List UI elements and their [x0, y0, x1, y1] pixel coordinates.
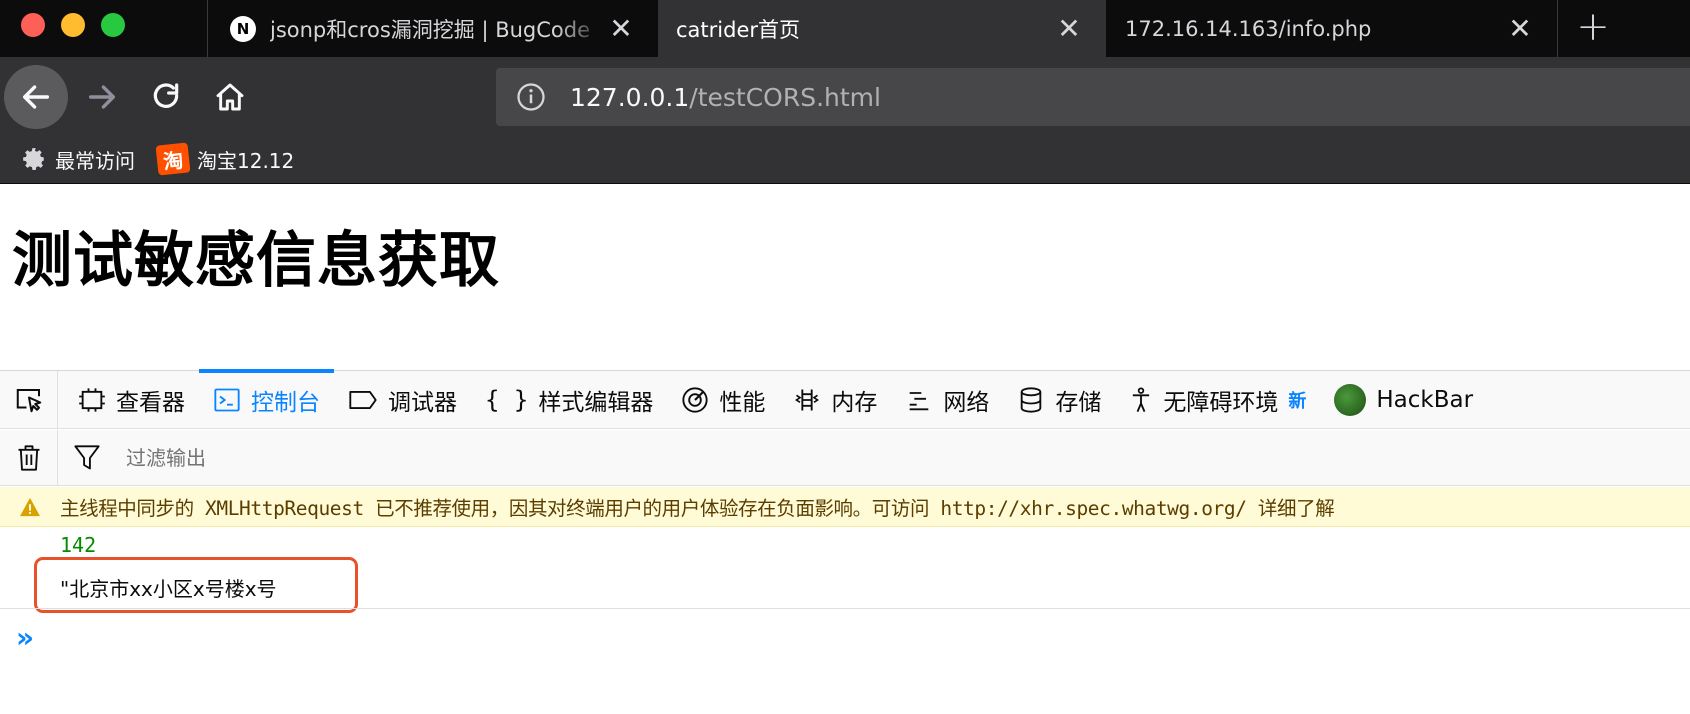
tab-performance[interactable]: 性能 [667, 371, 779, 429]
element-picker-button[interactable] [0, 370, 58, 429]
tab-label: catrider首页 [676, 17, 801, 42]
performance-icon [681, 386, 709, 414]
console-icon [213, 386, 241, 414]
arrow-left-icon [22, 85, 50, 109]
tab-inspector[interactable]: 查看器 [64, 371, 199, 429]
close-icon[interactable]: ✕ [1505, 14, 1535, 44]
bookmark-label: 最常访问 [55, 148, 135, 173]
tab-catrider[interactable]: catrider首页 ✕ [658, 0, 1106, 57]
url-path: /testCORS.html [689, 82, 881, 112]
tab-accessibility[interactable]: 无障碍环境 新 [1115, 371, 1320, 429]
network-icon [905, 386, 933, 414]
bookmarks-toolbar: 最常访问 淘 淘宝12.12 [0, 135, 1690, 184]
close-icon[interactable]: ✕ [606, 14, 636, 44]
tab-strip: N jsonp和cros漏洞挖掘 | BugCode ✕ catrider首页 … [0, 0, 1690, 57]
close-window-button[interactable] [21, 13, 45, 37]
tab-info-php[interactable]: 172.16.14.163/info.php ✕ [1107, 0, 1557, 57]
gear-icon [21, 146, 47, 172]
style-editor-icon: { } [485, 385, 529, 414]
console-prompt-icon[interactable]: » [16, 621, 34, 654]
filter-icon [74, 444, 100, 469]
tab-debugger[interactable]: 调试器 [334, 371, 471, 429]
bookmark-taobao[interactable]: 淘 淘宝12.12 [155, 135, 295, 184]
new-tab-button[interactable]: + [1567, 3, 1619, 51]
bookmark-label: 淘宝12.12 [197, 148, 295, 173]
url-bar[interactable]: 127.0.0.1/testCORS.html [496, 68, 1690, 126]
url-domain: 127.0.0.1 [570, 82, 690, 112]
info-icon [517, 83, 545, 111]
minimize-window-button[interactable] [61, 13, 85, 37]
debugger-icon [348, 386, 378, 414]
reload-icon [153, 83, 179, 108]
warning-icon [0, 497, 60, 517]
console-number-output: 142 [60, 533, 97, 557]
forward-button[interactable] [70, 65, 134, 129]
back-button[interactable] [4, 65, 68, 129]
tab-label: jsonp和cros漏洞挖掘 | BugCode [270, 17, 591, 42]
hackbar-icon [1334, 383, 1367, 416]
notion-favicon-icon: N [230, 15, 256, 42]
tab-storage[interactable]: 存储 [1003, 371, 1115, 429]
reload-button[interactable] [134, 65, 198, 129]
devtools-tab-bar: 查看器 控制台 调试器 { } 样式编辑器 性能 内存 网络 存储 无障碍环境 … [0, 368, 1690, 429]
console-warning-message: 主线程中同步的 XMLHttpRequest 已不推荐使用，因其对终端用户的用户… [0, 487, 1690, 527]
filter-output-input[interactable] [126, 437, 726, 478]
console-divider [0, 608, 1690, 609]
trash-icon [18, 444, 39, 471]
console-string-output: "北京市xx小区x号楼x号 [60, 577, 277, 601]
inspector-icon [78, 386, 106, 414]
tab-network[interactable]: 网络 [891, 371, 1003, 429]
tab-style-editor[interactable]: { } 样式编辑器 [471, 371, 667, 429]
clear-console-button[interactable] [0, 429, 58, 486]
navigation-toolbar: 127.0.0.1/testCORS.html [0, 57, 1690, 135]
tab-hackbar[interactable]: HackBar [1320, 371, 1487, 429]
element-picker-icon [16, 388, 41, 412]
filter-toggle-button[interactable] [58, 430, 116, 486]
home-button[interactable] [198, 65, 262, 129]
page-content: 测试敏感信息获取 [0, 184, 1690, 370]
taobao-icon: 淘 [155, 142, 191, 176]
accessibility-icon [1129, 386, 1153, 414]
tab-console[interactable]: 控制台 [199, 368, 334, 429]
tab-memory[interactable]: 内存 [779, 371, 891, 429]
tab-jsonp[interactable]: N jsonp和cros漏洞挖掘 | BugCode ✕ [208, 0, 658, 57]
home-icon [216, 83, 244, 111]
close-icon[interactable]: ✕ [1054, 14, 1084, 44]
storage-icon [1017, 386, 1045, 414]
devtools-panel: 查看器 控制台 调试器 { } 样式编辑器 性能 内存 网络 存储 无障碍环境 … [0, 368, 1690, 714]
arrow-right-icon [88, 85, 116, 109]
zoom-window-button[interactable] [101, 13, 125, 37]
memory-icon [793, 386, 821, 414]
warning-text: 主线程中同步的 XMLHttpRequest 已不推荐使用，因其对终端用户的用户… [60, 497, 1335, 520]
console-toolbar [0, 429, 1690, 486]
page-heading: 测试敏感信息获取 [12, 226, 500, 296]
bookmark-most-visited[interactable]: 最常访问 [21, 135, 135, 184]
new-badge: 新 [1288, 390, 1307, 412]
tab-label: 172.16.14.163/info.php [1125, 16, 1372, 41]
